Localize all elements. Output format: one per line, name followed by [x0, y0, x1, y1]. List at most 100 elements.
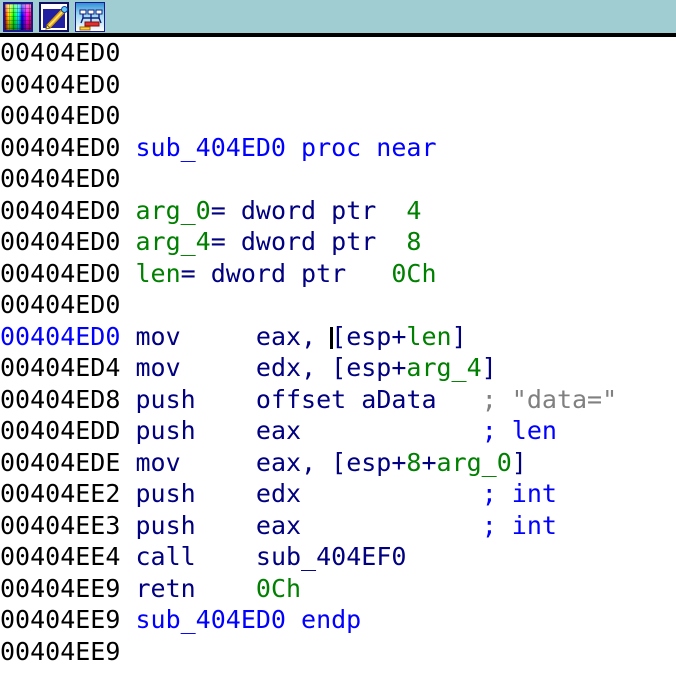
disasm-line[interactable]: 00404EE9: [0, 636, 676, 668]
code-token: sub_404ED0 proc near: [135, 132, 437, 162]
line-address: 00404EE4: [0, 542, 136, 571]
disasm-line[interactable]: 00404ED0 mov eax, [esp+len]: [0, 321, 676, 353]
edit-pencil-button[interactable]: [39, 1, 69, 32]
graph-view-button[interactable]: [75, 1, 105, 32]
disasm-line[interactable]: 00404ED0 arg_4= dword ptr 8: [0, 226, 676, 258]
code-token: len: [406, 321, 452, 351]
code-token: =: [210, 195, 241, 225]
disasm-line[interactable]: 00404EE3 push eax ; int: [0, 510, 676, 542]
disasm-line[interactable]: 00404ED0: [0, 163, 676, 195]
code-token: =: [180, 258, 211, 288]
disasm-line[interactable]: 00404EDE mov eax, [esp+8+arg_0]: [0, 447, 676, 479]
line-address: 00404ED0: [0, 132, 136, 162]
code-token: mov: [135, 321, 181, 351]
color-palette-button[interactable]: [3, 1, 33, 32]
code-token: ; len: [481, 416, 557, 445]
code-token: eax: [255, 510, 302, 540]
code-token: retn: [135, 573, 196, 603]
disasm-line[interactable]: 00404ED0: [0, 289, 676, 321]
code-token: 4: [406, 195, 422, 225]
line-address: 00404EDD: [0, 416, 136, 445]
code-token: eax: [255, 416, 302, 445]
disasm-line[interactable]: 00404EDD push eax ; len: [0, 415, 676, 447]
disasm-line[interactable]: 00404ED0: [0, 69, 676, 101]
line-address: 00404ED0: [0, 38, 136, 67]
code-token: mov: [135, 353, 181, 382]
disasm-line[interactable]: [0, 667, 676, 688]
code-token: ]: [481, 353, 497, 382]
code-token: arg_4: [135, 227, 211, 256]
disasm-line[interactable]: 00404ED0 arg_0= dword ptr 4: [0, 195, 676, 227]
line-address: 00404EE9: [0, 573, 136, 603]
line-address: 00404ED0: [0, 101, 136, 130]
code-token: [esp+: [331, 321, 407, 351]
code-token: 0Ch: [391, 258, 437, 288]
code-token: sub_404ED0 endp: [135, 605, 362, 634]
line-address: 00404ED0: [0, 69, 136, 99]
disasm-line[interactable]: 00404ED0: [0, 100, 676, 132]
line-address: [0, 668, 135, 688]
line-address: 00404ED4: [0, 353, 136, 382]
disasm-line[interactable]: 00404EE9 retn 0Ch: [0, 573, 676, 605]
code-token: offset aData: [255, 384, 437, 414]
code-token: push: [135, 416, 196, 445]
line-address-current: 00404ED0: [0, 321, 136, 351]
line-address: 00404ED0: [0, 290, 136, 319]
code-token: call: [135, 542, 196, 571]
line-address: 00404EDE: [0, 447, 136, 477]
line-address: 00404EE9: [0, 605, 136, 634]
disasm-line[interactable]: 00404ED4 mov edx, [esp+arg_4]: [0, 352, 676, 384]
line-address: 00404ED0: [0, 227, 136, 256]
code-token: eax,: [255, 321, 332, 351]
disassembly-view[interactable]: 00404ED0 00404ED0 00404ED0 00404ED0 sub_…: [0, 37, 676, 688]
code-token: sub_404EF0: [255, 542, 407, 571]
disasm-line[interactable]: 00404ED0 len= dword ptr 0Ch: [0, 258, 676, 290]
code-token: push: [135, 510, 196, 540]
disasm-line[interactable]: 00404EE2 push edx ; int: [0, 478, 676, 510]
code-token: mov: [135, 447, 181, 477]
disasm-line[interactable]: 00404EE4 call sub_404EF0: [0, 541, 676, 573]
code-token: arg_4: [406, 353, 482, 382]
line-address: 00404EE3: [0, 510, 136, 540]
code-token: dword ptr: [240, 227, 377, 256]
code-token: ; "data=": [481, 384, 618, 414]
line-address: 00404EE9: [0, 636, 136, 666]
code-token: arg_0: [436, 447, 512, 477]
pencil-icon: [45, 5, 68, 30]
line-address: 00404ED0: [0, 164, 136, 193]
disasm-line[interactable]: 00404ED8 push offset aData ; "data=": [0, 384, 676, 416]
code-token: eax, [esp+: [255, 447, 407, 477]
disasm-line[interactable]: 00404ED0 sub_404ED0 proc near: [0, 132, 676, 164]
code-token: ]: [511, 447, 527, 477]
code-token: 8: [406, 447, 422, 477]
disasm-line[interactable]: 00404ED0: [0, 37, 676, 69]
code-token: arg_0: [135, 195, 211, 225]
code-token: edx, [esp+: [255, 353, 407, 382]
code-token: ]: [451, 321, 467, 351]
code-token: =: [210, 227, 241, 256]
line-address: 00404EE2: [0, 479, 136, 508]
line-address: 00404ED0: [0, 195, 136, 225]
code-token: 0Ch: [255, 573, 302, 603]
code-token: 8: [406, 227, 422, 256]
code-token: push: [135, 479, 196, 508]
disasm-line[interactable]: 00404EE9 sub_404ED0 endp: [0, 604, 676, 636]
code-token: push: [135, 384, 196, 414]
line-address: 00404ED0: [0, 258, 136, 288]
code-token: dword ptr: [240, 195, 377, 225]
